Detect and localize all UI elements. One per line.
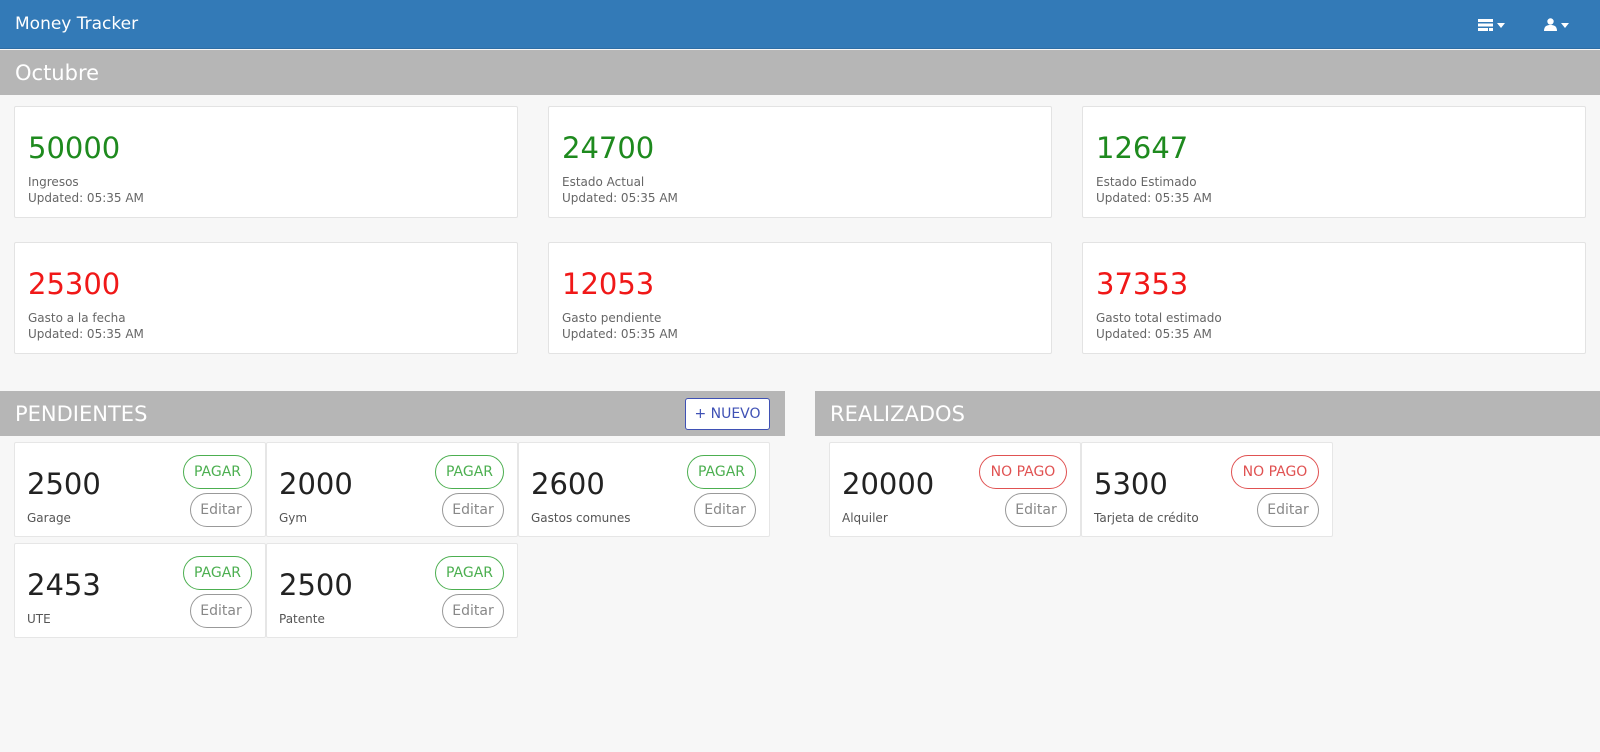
edit-button[interactable]: Editar [694,493,756,527]
pay-button[interactable]: PAGAR [687,455,756,489]
month-header: Octubre [0,50,1600,95]
unpay-button[interactable]: NO PAGO [979,455,1067,489]
item-amount: 5300 [1094,467,1168,501]
stat-card-ingresos: 50000 Ingresos Updated: 05:35 AM [14,106,518,218]
item-name: Alquiler [842,511,888,525]
item-name: UTE [27,612,51,626]
paid-item: 20000 Alquiler NO PAGO Editar [829,442,1081,537]
stat-card-estado-estimado: 12647 Estado Estimado Updated: 05:35 AM [1082,106,1586,218]
pending-item: 2500 Patente PAGAR Editar [266,543,518,638]
user-dropdown[interactable] [1544,16,1569,34]
stat-value: 12053 [562,267,655,301]
stat-label: Estado Estimado [1096,175,1197,189]
item-name: Tarjeta de crédito [1094,511,1199,525]
stat-label: Estado Actual [562,175,645,189]
stat-updated: Updated: 05:35 AM [1096,191,1212,205]
user-icon [1544,16,1557,35]
app-title[interactable]: Money Tracker [15,14,138,34]
stat-card-gasto-pendiente: 12053 Gasto pendiente Updated: 05:35 AM [548,242,1052,354]
edit-button[interactable]: Editar [1005,493,1067,527]
edit-button[interactable]: Editar [190,493,252,527]
unpay-button[interactable]: NO PAGO [1231,455,1319,489]
paid-item: 5300 Tarjeta de crédito NO PAGO Editar [1081,442,1333,537]
stat-label: Ingresos [28,175,79,189]
stat-updated: Updated: 05:35 AM [28,327,144,341]
item-amount: 2600 [531,467,605,501]
pending-item: 2600 Gastos comunes PAGAR Editar [518,442,770,537]
stat-card-estado-actual: 24700 Estado Actual Updated: 05:35 AM [548,106,1052,218]
realizados-title: REALIZADOS [830,402,965,426]
stat-value: 25300 [28,267,121,301]
navbar: Money Tracker [0,0,1600,49]
report-icon [1478,16,1493,35]
edit-button[interactable]: Editar [442,493,504,527]
month-title: Octubre [15,61,100,85]
pay-button[interactable]: PAGAR [183,455,252,489]
edit-button[interactable]: Editar [442,594,504,628]
pay-button[interactable]: PAGAR [183,556,252,590]
chevron-down-icon [1561,22,1569,28]
pay-button[interactable]: PAGAR [435,455,504,489]
item-name: Garage [27,511,71,525]
item-name: Gym [279,511,308,525]
new-button[interactable]: + NUEVO [685,398,770,430]
pay-button[interactable]: PAGAR [435,556,504,590]
stat-updated: Updated: 05:35 AM [28,191,144,205]
stat-updated: Updated: 05:35 AM [562,327,678,341]
stat-updated: Updated: 05:35 AM [562,191,678,205]
pendientes-header: PENDIENTES + NUEVO [0,391,785,436]
item-amount: 2000 [279,467,353,501]
realizados-header: REALIZADOS [815,391,1600,436]
pending-item: 2000 Gym PAGAR Editar [266,442,518,537]
stat-label: Gasto a la fecha [28,311,126,325]
edit-button[interactable]: Editar [1257,493,1319,527]
stat-value: 37353 [1096,267,1189,301]
item-name: Patente [279,612,325,626]
edit-button[interactable]: Editar [190,594,252,628]
stat-label: Gasto total estimado [1096,311,1222,325]
pending-item: 2500 Garage PAGAR Editar [14,442,266,537]
stat-card-gasto-fecha: 25300 Gasto a la fecha Updated: 05:35 AM [14,242,518,354]
stat-card-gasto-total: 37353 Gasto total estimado Updated: 05:3… [1082,242,1586,354]
item-amount: 20000 [842,467,935,501]
chevron-down-icon [1497,22,1505,28]
item-amount: 2500 [27,467,101,501]
reports-dropdown[interactable] [1478,16,1505,34]
pendientes-title: PENDIENTES [15,402,148,426]
item-amount: 2453 [27,568,101,602]
stat-value: 50000 [28,131,121,165]
stat-updated: Updated: 05:35 AM [1096,327,1212,341]
pending-item: 2453 UTE PAGAR Editar [14,543,266,638]
item-amount: 2500 [279,568,353,602]
item-name: Gastos comunes [531,511,631,525]
stat-value: 24700 [562,131,655,165]
stat-value: 12647 [1096,131,1189,165]
stat-label: Gasto pendiente [562,311,662,325]
